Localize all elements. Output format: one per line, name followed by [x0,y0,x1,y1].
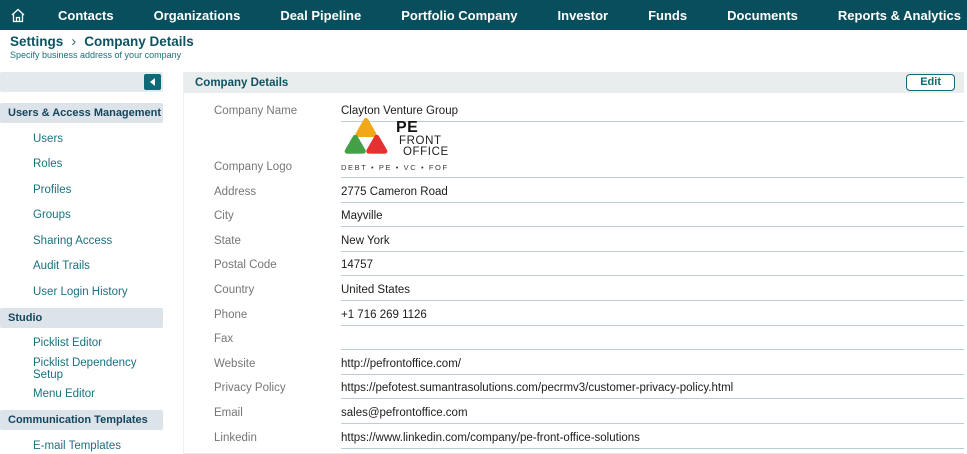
nav-item-deal-pipeline[interactable]: Deal Pipeline [270,8,371,23]
field-label-address: Address [214,186,341,203]
breadcrumb-separator-icon: › [71,36,76,48]
settings-sidebar: Users & Access Management UsersRolesProfi… [0,72,168,454]
field-label-country: Country [214,284,341,301]
nav-item-portfolio-company[interactable]: Portfolio Company [391,8,527,23]
field-label-postal-code: Postal Code [214,259,341,276]
field-value-state: New York [341,235,964,252]
sidebar-item-audit-trails[interactable]: Audit Trails [0,254,168,280]
nav-item-funds[interactable]: Funds [638,8,697,23]
nav-item-documents[interactable]: Documents [717,8,808,23]
sidebar-item-roles[interactable]: Roles [0,152,168,178]
field-row-company-logo: Company Logo PE FRONT OFFICE DEBT • PE •… [214,122,964,178]
nav-item-organizations[interactable]: Organizations [144,8,251,23]
top-nav: Contacts Organizations Deal Pipeline Portfo… [0,0,967,30]
panel-header: Company Details Edit [183,72,964,93]
home-icon[interactable] [10,8,26,23]
company-logo: PE FRONT OFFICE DEBT • PE • VC • FOF [341,118,449,173]
field-label-privacy-policy: Privacy Policy [214,382,341,399]
field-label-website: Website [214,358,341,375]
sidebar-topbar [0,72,163,92]
field-row-email: Emailsales@pefrontoffice.com [214,399,964,424]
field-label-city: City [214,210,341,227]
sidebar-item-profiles[interactable]: Profiles [0,177,168,203]
field-label-fax: Fax [214,333,341,350]
field-label-linkedin: Linkedin [214,432,341,449]
field-label-email: Email [214,407,341,424]
sidebar-item-sharing-access[interactable]: Sharing Access [0,228,168,254]
page-subtitle: Specify business address of your company [10,50,957,60]
field-row-linkedin: Linkedinhttps://www.linkedin.com/company… [214,424,964,449]
field-value-country: United States [341,284,964,301]
sidebar-collapse-button[interactable] [144,74,161,90]
sidebar-item-picklist-dependency-setup[interactable]: Picklist Dependency Setup [0,356,168,382]
content-area: Users & Access Management UsersRolesProfi… [0,62,967,454]
field-row-country: CountryUnited States [214,276,964,301]
nav-item-contacts[interactable]: Contacts [48,8,124,23]
sidebar-section-users-access-management: Users & Access Management [0,103,163,123]
field-value-address: 2775 Cameron Road [341,186,964,203]
field-label-state: State [214,235,341,252]
field-value-privacy-policy: https://pefotest.sumantrasolutions.com/p… [341,382,964,399]
sidebar-item-menu-editor[interactable]: Menu Editor [0,382,168,408]
field-value-linkedin: https://www.linkedin.com/company/pe-fron… [341,432,964,449]
sidebar-item-users[interactable]: Users [0,126,168,152]
panel-title: Company Details [195,77,288,89]
sidebar-item-groups[interactable]: Groups [0,203,168,229]
field-value-email: sales@pefrontoffice.com [341,407,964,424]
field-label-phone: Phone [214,309,341,326]
sidebar-item-user-login-history[interactable]: User Login History [0,279,168,305]
field-value-postal-code: 14757 [341,259,964,276]
nav-item-investor[interactable]: Investor [548,8,619,23]
company-details-panel: Company Details Edit Company NameClayton… [183,72,964,454]
sidebar-item-e-mail-templates[interactable]: E-mail Templates [0,433,168,454]
fields-list: Company NameClayton Venture GroupCompany… [183,93,964,454]
field-value-website: http://pefrontoffice.com/ [341,358,964,375]
sidebar-sections: Users & Access Management UsersRolesProfi… [0,103,168,454]
logo-tagline: DEBT • PE • VC • FOF [341,163,449,172]
logo-text-office: OFFICE [403,147,449,159]
logo-text-pe: PE [396,120,449,136]
field-row-privacy-policy: Privacy Policyhttps://pefotest.sumantras… [214,375,964,400]
field-value-company-logo: PE FRONT OFFICE DEBT • PE • VC • FOF [341,118,964,178]
field-row-state: StateNew York [214,227,964,252]
sidebar-section-studio: Studio [0,308,163,328]
nav-item-reports-analytics[interactable]: Reports & Analytics [828,8,967,23]
breadcrumb-settings[interactable]: Settings [10,34,63,49]
field-value-fax [341,335,964,350]
field-value-phone: +1 716 269 1126 [341,309,964,326]
page-title: Company Details [84,34,194,49]
field-label-company-logo: Company Logo [214,161,341,178]
breadcrumb: Settings › Company Details Specify busin… [0,30,967,62]
field-row-address: Address2775 Cameron Road [214,178,964,203]
collapse-left-icon [150,78,155,86]
field-row-postal-code: Postal Code14757 [214,252,964,277]
sidebar-section-communication-templates: Communication Templates [0,410,163,430]
field-row-city: CityMayville [214,203,964,228]
field-row-fax: Fax [214,326,964,351]
sidebar-item-picklist-editor[interactable]: Picklist Editor [0,331,168,357]
field-label-company-name: Company Name [214,105,341,122]
field-value-city: Mayville [341,210,964,227]
logo-triangles-icon [341,118,393,160]
field-row-phone: Phone+1 716 269 1126 [214,301,964,326]
field-row-website: Websitehttp://pefrontoffice.com/ [214,350,964,375]
edit-button[interactable]: Edit [906,74,955,91]
top-nav-items: Contacts Organizations Deal Pipeline Portfo… [38,8,967,23]
